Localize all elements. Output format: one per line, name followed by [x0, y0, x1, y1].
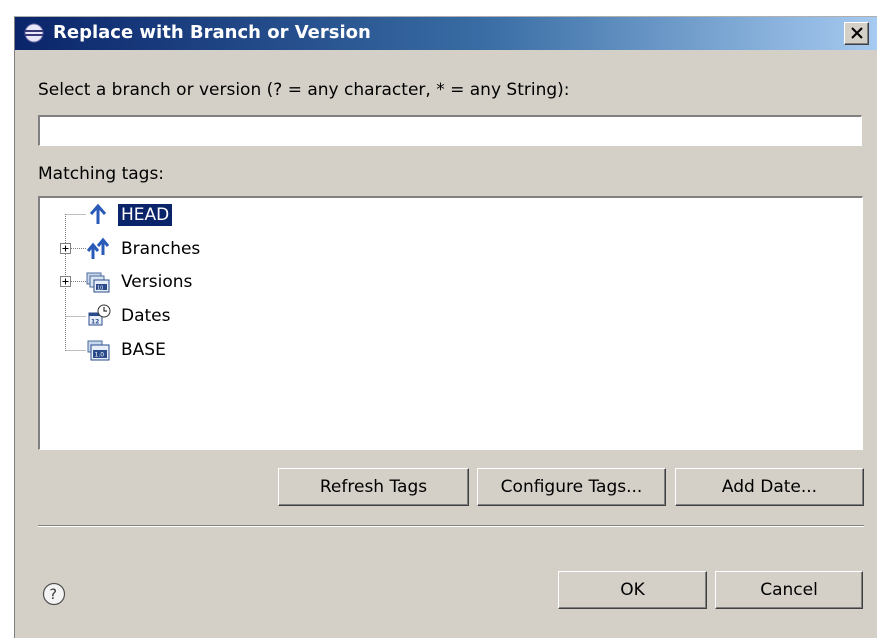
filter-prompt-label: Select a branch or version (? = any char…: [38, 80, 570, 100]
filter-input[interactable]: [38, 115, 862, 146]
tree-item-label: HEAD: [118, 204, 173, 226]
tree-item-label: Branches: [121, 239, 201, 259]
svg-text:12: 12: [91, 319, 99, 326]
button-separator: [38, 525, 864, 527]
eclipse-icon: [24, 23, 44, 43]
svg-text:1.0: 1.0: [95, 352, 105, 359]
tree-item-label: Dates: [121, 306, 171, 326]
close-button[interactable]: [844, 22, 869, 45]
window-title: Replace with Branch or Version: [53, 22, 371, 43]
dialog-window: Replace with Branch or Version Select a …: [14, 16, 877, 638]
base-version-icon: 1.0: [87, 340, 110, 361]
versions-icon: 10: [86, 272, 110, 293]
refresh-tags-button[interactable]: Refresh Tags: [278, 468, 469, 506]
close-icon: [851, 27, 863, 39]
svg-text:?: ?: [50, 587, 57, 603]
svg-text:10: 10: [97, 286, 103, 292]
expand-versions-icon[interactable]: [60, 276, 71, 287]
branches-icon: [86, 237, 110, 259]
ok-button[interactable]: OK: [558, 571, 707, 609]
tree-connector-lines: [65, 214, 86, 351]
tags-tree[interactable]: HEAD Branches 10 Versions 12 Dates 1.0 B…: [38, 196, 863, 450]
configure-tags-button[interactable]: Configure Tags...: [477, 468, 666, 506]
head-arrow-icon: [89, 203, 107, 224]
dates-icon: 12: [88, 304, 111, 326]
cancel-button[interactable]: Cancel: [715, 571, 863, 609]
tree-item-label: BASE: [121, 340, 166, 360]
add-date-button[interactable]: Add Date...: [675, 468, 864, 506]
tree-item-label: Versions: [121, 272, 193, 292]
help-icon[interactable]: ?: [42, 582, 66, 606]
matching-tags-label: Matching tags:: [38, 164, 165, 184]
title-bar[interactable]: Replace with Branch or Version: [15, 17, 877, 50]
expand-branches-icon[interactable]: [60, 243, 71, 254]
